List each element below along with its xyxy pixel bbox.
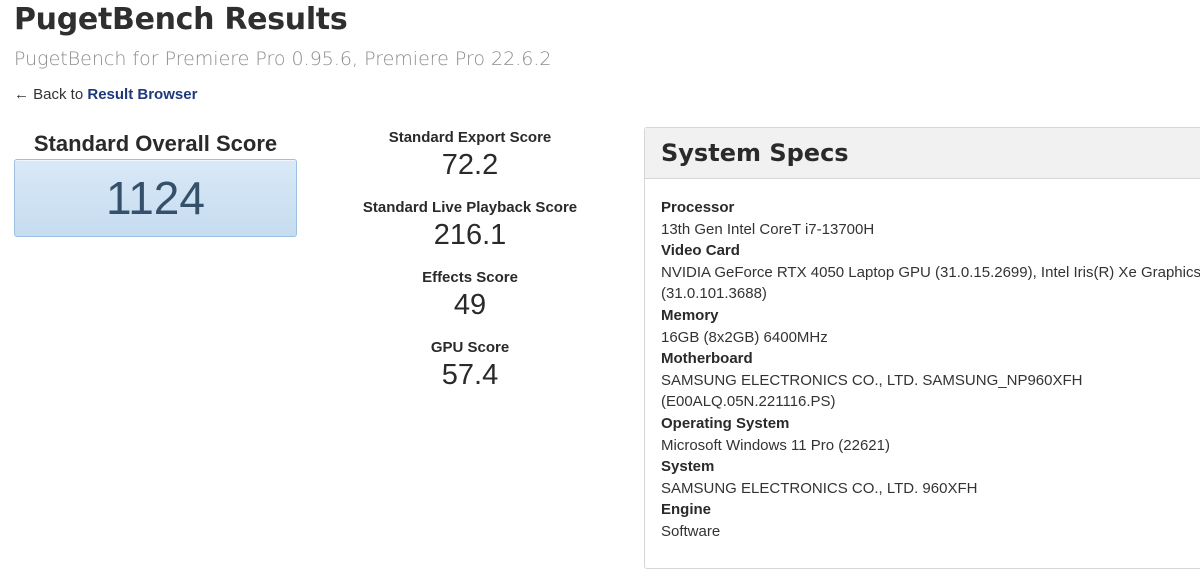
overall-score-label: Standard Overall Score [33, 131, 278, 156]
spec-label-motherboard: Motherboard [661, 350, 753, 368]
page-subtitle: PugetBench for Premiere Pro 0.95.6, Prem… [14, 48, 552, 70]
score-label: Standard Live Playback Score [362, 199, 578, 216]
system-specs-panel: System Specs Processor 13th Gen Intel Co… [644, 127, 1200, 569]
score-value: 57.4 [441, 359, 499, 391]
spec-label-system: System [661, 458, 715, 476]
score-value: 216.1 [433, 219, 507, 251]
spec-label-engine: Engine [661, 501, 712, 519]
spec-label-video-card: Video Card [661, 242, 740, 260]
overall-score-box: 1124 [14, 159, 297, 237]
specs-header: System Specs [645, 128, 1200, 179]
spec-value-system: SAMSUNG ELECTRONICS CO., LTD. 960XFH [661, 479, 978, 497]
score-label: Standard Export Score [388, 129, 552, 146]
page-title: PugetBench Results [14, 2, 348, 37]
result-browser-link[interactable]: Result Browser [87, 86, 197, 103]
score-label: GPU Score [430, 339, 510, 356]
score-export: Standard Export Score 72.2 [340, 128, 600, 198]
spec-label-operating-system: Operating System [661, 414, 790, 432]
back-navigation: ← Back to Result Browser [14, 85, 197, 105]
spec-value-memory: 16GB (8x2GB) 6400MHz [661, 328, 828, 346]
score-label: Effects Score [422, 269, 518, 286]
specs-body: Processor 13th Gen Intel CoreT i7-13700H… [645, 179, 1200, 543]
score-live-playback: Standard Live Playback Score 216.1 [340, 198, 600, 268]
spec-value-video-card: NVIDIA GeForce RTX 4050 Laptop GPU (31.0… [661, 263, 1200, 303]
score-value: 49 [453, 289, 487, 321]
spec-label-processor: Processor [661, 199, 735, 216]
spec-value-operating-system: Microsoft Windows 11 Pro (22621) [661, 436, 890, 454]
spec-value-processor: 13th Gen Intel CoreT i7-13700H [661, 220, 875, 238]
spec-value-engine: Software [661, 522, 721, 540]
score-value: 72.2 [441, 149, 499, 181]
back-prefix-text: Back to [33, 86, 84, 103]
specs-title: System Specs [661, 139, 849, 167]
overall-score-value: 1124 [106, 172, 205, 224]
spec-label-memory: Memory [661, 306, 719, 324]
sub-scores: Standard Export Score 72.2 Standard Live… [340, 128, 600, 408]
score-gpu: GPU Score 57.4 [340, 338, 600, 408]
spec-value-motherboard: SAMSUNG ELECTRONICS CO., LTD. SAMSUNG_NP… [661, 371, 1083, 411]
back-arrow-icon: ← [14, 86, 29, 103]
score-effects: Effects Score 49 [340, 268, 600, 338]
